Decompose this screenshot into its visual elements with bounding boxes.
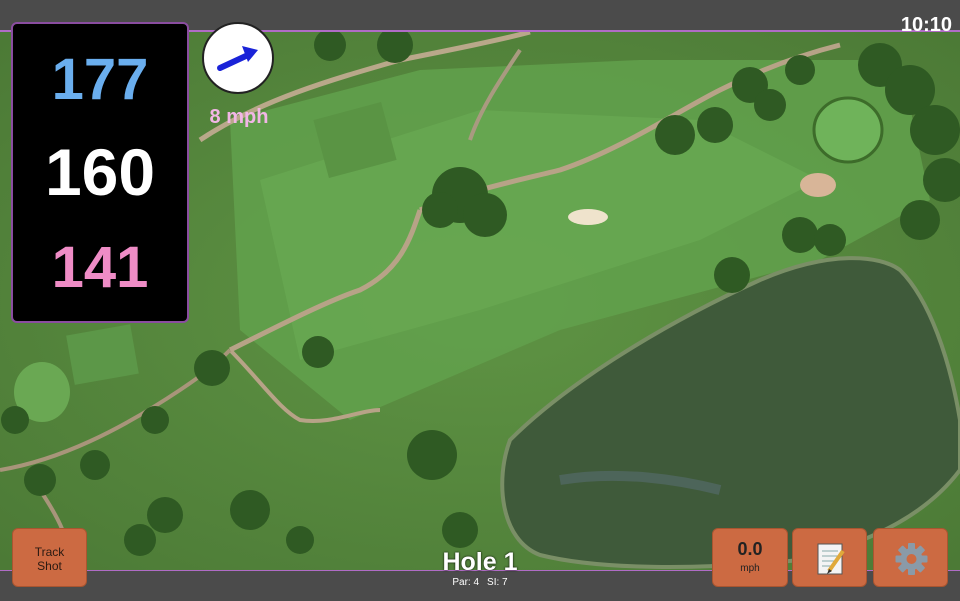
wind-indicator: [202, 22, 274, 94]
hole-info: Par: 4 SI: 7: [430, 577, 530, 588]
speed-value: 0.0: [737, 539, 763, 559]
hole-par: Par: 4: [452, 577, 480, 588]
wind-direction-arrow-icon: [217, 46, 258, 71]
track-shot-button[interactable]: Track Shot: [12, 528, 87, 587]
hole-title: Hole 1: [442, 548, 518, 576]
middle-distance: 160: [44, 135, 156, 209]
gear-icon: [895, 543, 928, 575]
front-distance: 141: [51, 235, 149, 300]
notes-button[interactable]: [792, 528, 867, 587]
speed-button[interactable]: 0.0 mph: [712, 528, 788, 587]
speed-unit: mph: [740, 563, 760, 574]
track-shot-label-line1: Track: [34, 545, 65, 559]
settings-button[interactable]: [873, 528, 948, 587]
track-shot-label-line2: Shot: [37, 559, 62, 573]
wind-speed: 8 mph: [209, 106, 269, 128]
hole-stroke-index: SI: 7: [487, 577, 508, 588]
clock-time: 10:10: [900, 14, 952, 36]
distance-panel: 177 160 141: [11, 22, 189, 323]
notepad-icon: [817, 543, 845, 575]
back-distance: 177: [51, 47, 149, 112]
